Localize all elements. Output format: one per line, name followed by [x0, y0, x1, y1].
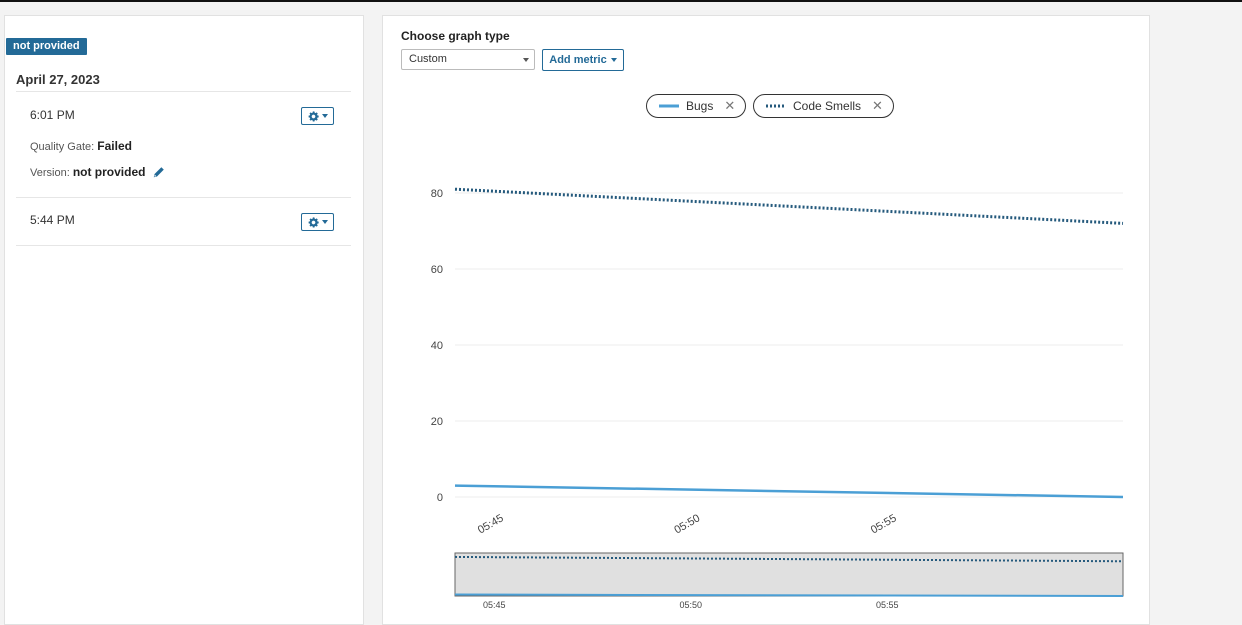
x-tick-label: 05:55 — [869, 512, 899, 536]
analysis-settings-button[interactable] — [301, 213, 334, 231]
quality-gate-value: Failed — [97, 139, 132, 153]
version-badge: not provided — [6, 38, 87, 55]
chevron-down-icon — [321, 114, 328, 118]
zoom-x-tick-label: 05:50 — [679, 600, 702, 610]
zoom-x-tick-label: 05:45 — [483, 600, 506, 610]
divider — [16, 197, 351, 198]
y-tick-label: 20 — [431, 416, 443, 428]
x-tick-label: 05:50 — [672, 512, 702, 536]
quality-gate-label: Quality Gate: — [30, 141, 95, 153]
gear-icon — [308, 110, 319, 122]
x-tick-label: 05:45 — [476, 512, 506, 536]
version-label: Version: — [30, 167, 70, 179]
divider — [16, 245, 351, 246]
chevron-down-icon — [321, 220, 328, 224]
metrics-chart[interactable]: 0 20 40 60 80 05:45 05:50 05:55 05:45 05:50 05:55 — [383, 16, 1149, 624]
gear-icon — [308, 216, 319, 228]
analysis-settings-button[interactable] — [301, 107, 334, 125]
version-info: Version: not provided — [30, 165, 145, 179]
pencil-icon[interactable] — [152, 166, 165, 179]
series-line-bugs — [454, 484, 1124, 499]
project-activity-panel: not provided April 27, 2023 6:01 PM Qual… — [4, 15, 364, 625]
y-tick-label: 60 — [431, 264, 443, 276]
analysis-time: 5:44 PM — [30, 213, 75, 227]
y-tick-label: 0 — [437, 492, 443, 504]
quality-gate-status: Quality Gate: Failed — [30, 139, 132, 153]
zoom-x-tick-label: 05:55 — [876, 600, 899, 610]
y-tick-label: 40 — [431, 340, 443, 352]
analysis-time: 6:01 PM — [30, 108, 75, 122]
version-value: not provided — [72, 165, 146, 179]
top-border — [0, 0, 1242, 2]
graph-panel: Choose graph type Custom Add metric Bugs… — [382, 15, 1150, 625]
zoom-window — [454, 552, 1124, 597]
date-heading: April 27, 2023 — [16, 72, 100, 87]
y-tick-label: 80 — [431, 188, 443, 200]
divider — [16, 91, 351, 92]
series-line-code-smells — [454, 187, 1124, 225]
